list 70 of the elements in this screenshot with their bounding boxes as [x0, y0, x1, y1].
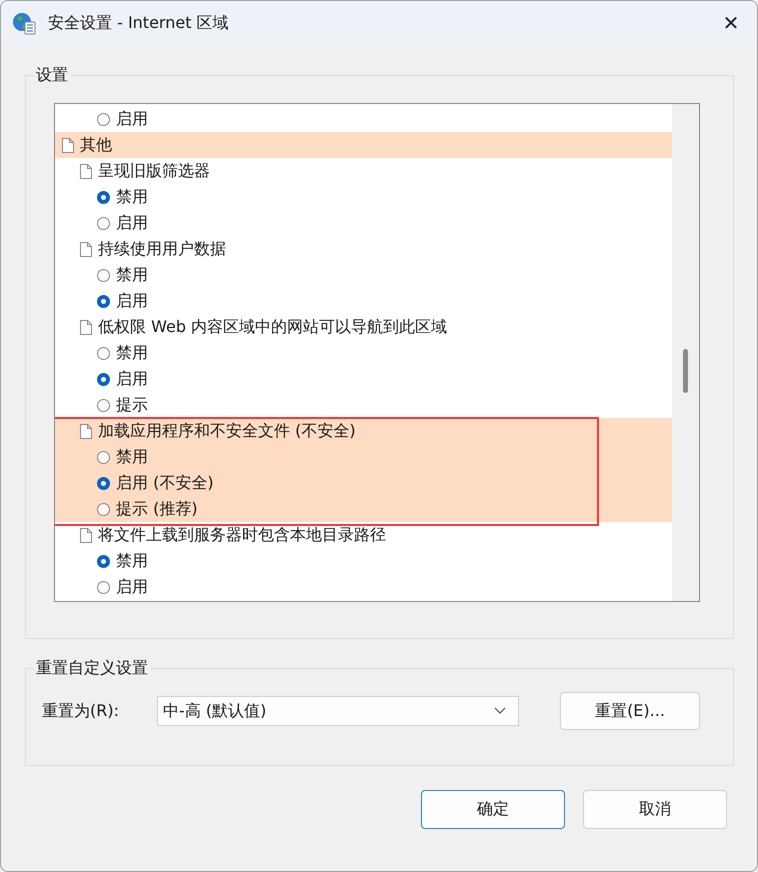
radio-button[interactable] [97, 450, 110, 464]
radio-button[interactable] [97, 502, 110, 516]
option-row[interactable]: 启用 [55, 106, 672, 132]
option-row[interactable]: 禁用 [55, 262, 672, 288]
option-row[interactable]: 启用 [55, 574, 672, 600]
option-label: 禁用 [116, 550, 148, 572]
option-row[interactable]: 启用 [55, 366, 672, 392]
setting-label: 持续使用用户数据 [98, 238, 226, 260]
reset-level-dropdown[interactable]: 中-高 (默认值) [157, 696, 519, 726]
setting-row[interactable]: 将文件上载到服务器时包含本地目录路径 [55, 522, 672, 548]
ok-button[interactable]: 确定 [421, 790, 565, 829]
option-row[interactable]: 禁用 [55, 184, 672, 210]
radio-button[interactable] [97, 216, 110, 230]
radio-button[interactable] [97, 476, 110, 490]
globe-icon [12, 11, 36, 35]
radio-button[interactable] [97, 398, 110, 412]
window-title: 安全设置 - Internet 区域 [48, 12, 230, 34]
option-row[interactable]: 启用 [55, 210, 672, 236]
option-row[interactable]: 提示 (推荐) [55, 496, 672, 522]
setting-label: 低权限 Web 内容区域中的网站可以导航到此区域 [98, 316, 448, 338]
group-label: 重置自定义设置 [34, 658, 150, 678]
option-label: 启用 [116, 576, 148, 598]
document-icon [80, 164, 92, 178]
group-label: 设置 [34, 65, 70, 85]
scrollbar[interactable] [672, 104, 699, 601]
option-row[interactable]: 提示 [55, 392, 672, 418]
document-icon [80, 528, 92, 542]
setting-label: 呈现旧版筛选器 [98, 160, 210, 182]
category-label: 其他 [80, 134, 112, 156]
setting-row[interactable]: 低权限 Web 内容区域中的网站可以导航到此区域 [55, 314, 672, 340]
setting-row[interactable]: 呈现旧版筛选器 [55, 158, 672, 184]
setting-label: 将文件上载到服务器时包含本地目录路径 [98, 524, 386, 546]
option-label: 启用 (不安全) [116, 472, 214, 494]
option-label: 禁用 [116, 264, 148, 286]
radio-button[interactable] [97, 294, 110, 308]
option-label: 启用 [116, 212, 148, 234]
option-row[interactable]: 禁用 [55, 548, 672, 574]
document-icon [80, 424, 92, 438]
radio-button[interactable] [97, 554, 110, 568]
radio-button[interactable] [97, 268, 110, 282]
option-row[interactable]: 禁用 [55, 340, 672, 366]
option-label: 启用 [116, 108, 148, 130]
radio-button[interactable] [97, 372, 110, 386]
document-icon [80, 242, 92, 256]
setting-label: 加载应用程序和不安全文件 (不安全) [98, 420, 356, 442]
option-label: 禁用 [116, 186, 148, 208]
option-label: 启用 [116, 368, 148, 390]
cancel-button[interactable]: 取消 [583, 790, 727, 829]
setting-row[interactable]: 加载应用程序和不安全文件 (不安全) [55, 418, 672, 444]
radio-button[interactable] [97, 346, 110, 360]
option-row[interactable]: 禁用 [55, 444, 672, 470]
radio-button[interactable] [97, 190, 110, 204]
option-label: 提示 [116, 394, 148, 416]
category-row[interactable]: 其他 [55, 132, 672, 158]
scroll-thumb[interactable] [683, 349, 688, 393]
close-button[interactable]: ✕ [709, 1, 753, 45]
option-label: 禁用 [116, 342, 148, 364]
reset-to-label: 重置为(R): [42, 700, 120, 722]
setting-row[interactable]: 持续使用用户数据 [55, 236, 672, 262]
option-row[interactable]: 启用 (不安全) [55, 470, 672, 496]
option-label: 启用 [116, 290, 148, 312]
option-row[interactable]: 启用 [55, 288, 672, 314]
radio-button[interactable] [97, 112, 110, 126]
option-label: 禁用 [116, 446, 148, 468]
radio-button[interactable] [97, 580, 110, 594]
reset-button[interactable]: 重置(E)... [560, 692, 700, 730]
option-label: 提示 (推荐) [116, 498, 198, 520]
chevron-down-icon [494, 707, 506, 715]
document-icon [62, 138, 74, 152]
document-icon [80, 320, 92, 334]
